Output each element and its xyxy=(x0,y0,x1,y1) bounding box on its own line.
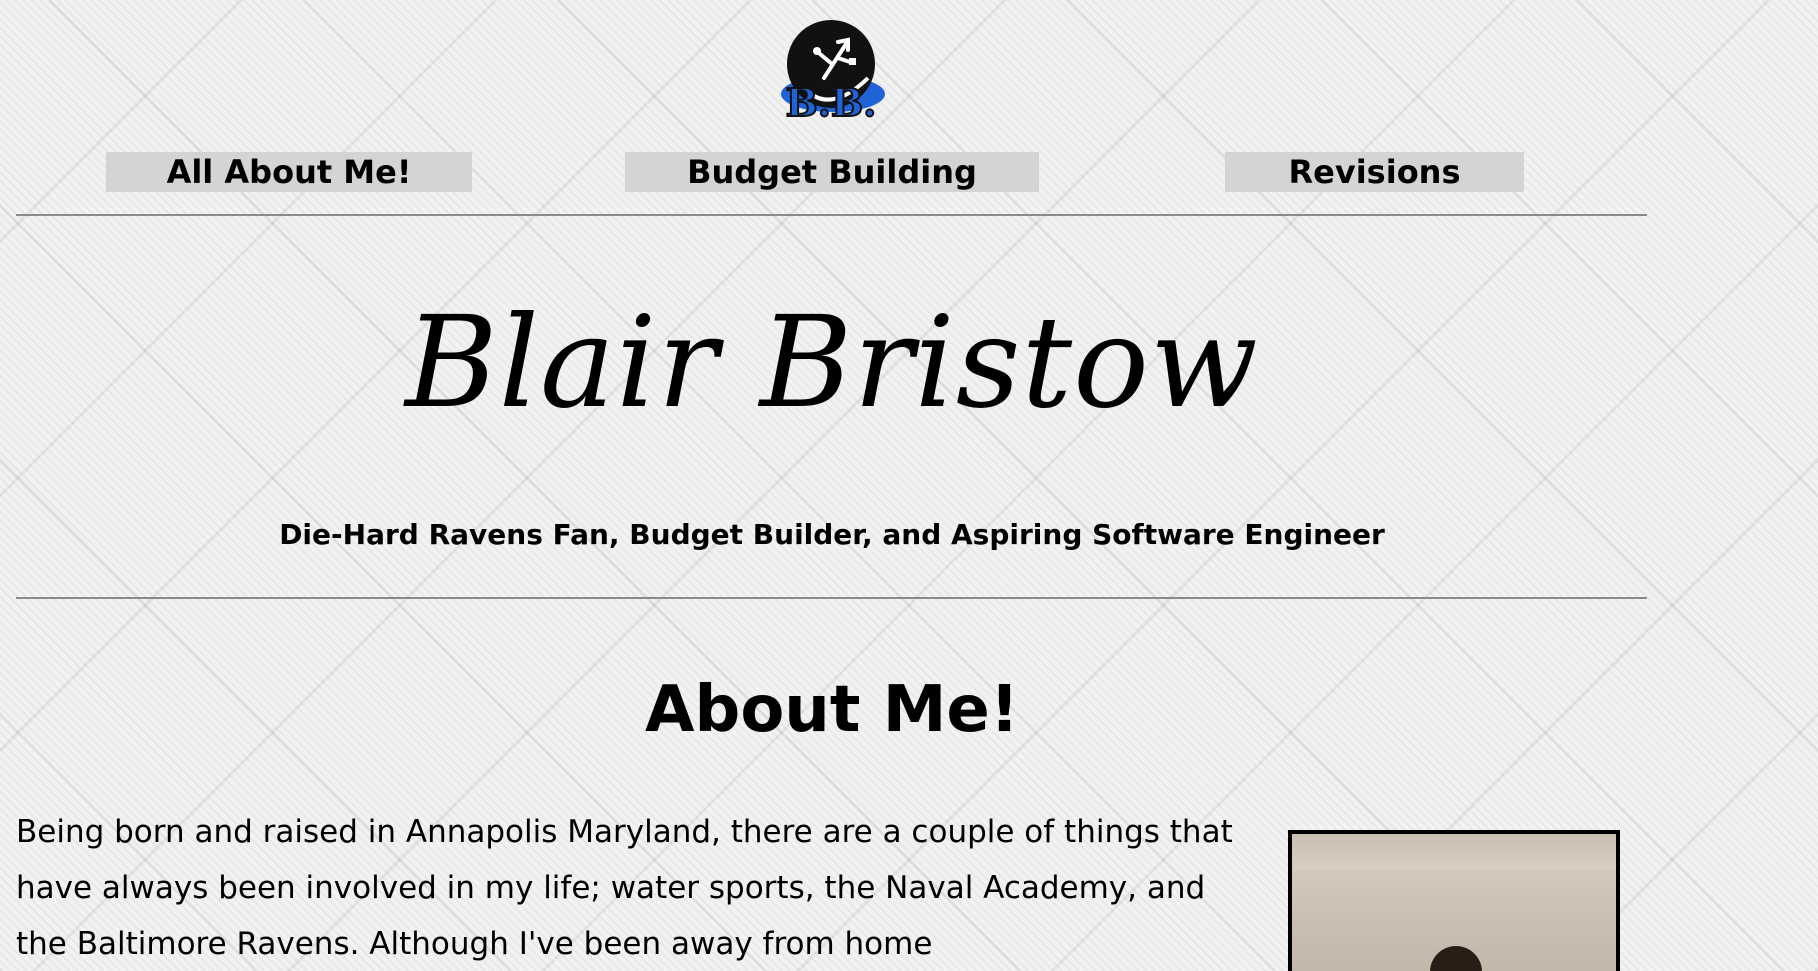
site-tagline: Die-Hard Ravens Fan, Budget Builder, and… xyxy=(279,518,1385,551)
site-name-title: Blair Bristow xyxy=(405,289,1259,436)
bb-logo-icon: B.B. xyxy=(781,20,885,120)
photo-ceiling xyxy=(1292,834,1616,870)
about-heading: About Me! xyxy=(644,673,1020,747)
header-divider-top xyxy=(16,214,1647,216)
site-logo[interactable]: B.B. xyxy=(776,18,886,120)
profile-photo xyxy=(1288,830,1620,971)
about-paragraph: Being born and raised in Annapolis Maryl… xyxy=(16,814,1233,962)
header-divider-bottom xyxy=(16,597,1647,599)
photo-person xyxy=(1430,946,1482,971)
nav-all-about-me[interactable]: All About Me! xyxy=(106,152,472,192)
nav-budget-building[interactable]: Budget Building xyxy=(625,152,1039,192)
nav-revisions[interactable]: Revisions xyxy=(1225,152,1524,192)
logo-text: B.B. xyxy=(786,80,877,120)
